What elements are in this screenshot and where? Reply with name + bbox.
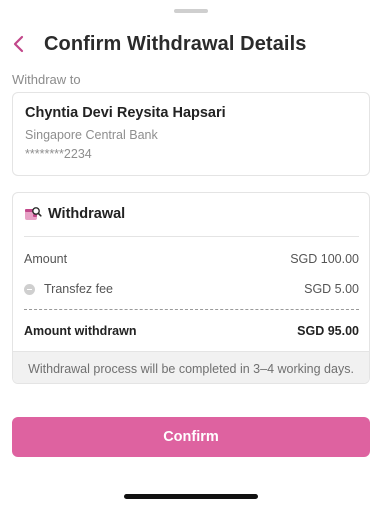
header: Confirm Withdrawal Details: [12, 28, 372, 60]
recipient-name: Chyntia Devi Reysita Hapsari: [25, 105, 226, 121]
confirm-button[interactable]: Confirm: [12, 417, 370, 457]
dashed-divider: [24, 309, 359, 310]
total-value: SGD 95.00: [297, 324, 359, 338]
amount-row: Amount SGD 100.00: [24, 252, 359, 266]
withdrawal-summary-card: Withdrawal Amount SGD 100.00 Transfez fe…: [12, 192, 370, 384]
withdraw-to-label: Withdraw to: [12, 72, 81, 87]
amount-value: SGD 100.00: [290, 252, 359, 266]
fee-label-group: Transfez fee: [24, 282, 113, 296]
amount-label: Amount: [24, 252, 68, 266]
withdrawal-header: Withdrawal: [24, 206, 125, 222]
minus-circle-icon: [24, 283, 35, 295]
recipient-bank: Singapore Central Bank: [25, 128, 158, 142]
total-label: Amount withdrawn: [24, 324, 137, 338]
total-row: Amount withdrawn SGD 95.00: [24, 324, 359, 338]
sheet-grabber[interactable]: [174, 9, 208, 13]
back-button[interactable]: [12, 30, 38, 58]
page-title: Confirm Withdrawal Details: [44, 32, 307, 55]
recipient-card: Chyntia Devi Reysita Hapsari Singapore C…: [12, 92, 370, 176]
wallet-search-icon: [24, 206, 42, 222]
fee-label: Transfez fee: [44, 282, 114, 296]
chevron-left-icon: [12, 35, 24, 53]
withdrawal-title: Withdrawal: [48, 206, 126, 222]
fee-row: Transfez fee SGD 5.00: [24, 282, 359, 296]
divider: [24, 236, 359, 237]
recipient-account-number: ********2234: [25, 147, 92, 161]
home-indicator[interactable]: [124, 494, 258, 499]
fee-value: SGD 5.00: [304, 282, 359, 296]
processing-note: Withdrawal process will be completed in …: [13, 351, 369, 383]
